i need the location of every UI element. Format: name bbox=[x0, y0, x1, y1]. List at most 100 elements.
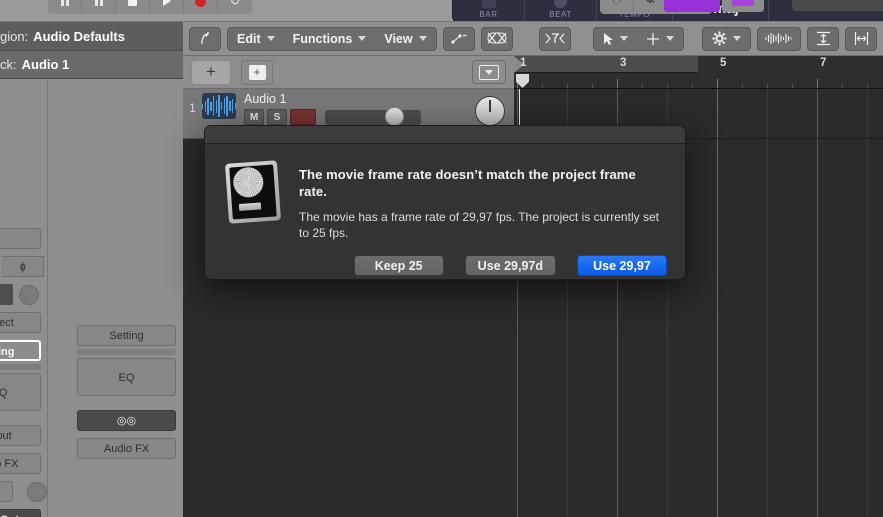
stop-button[interactable] bbox=[116, 0, 150, 14]
clipped-send-knob[interactable] bbox=[27, 481, 47, 502]
channel-strip-clipped: ⌐ ɸ Direct etting EQ Input udio FX bbox=[0, 80, 48, 517]
setting-mini-bar bbox=[76, 349, 177, 355]
track-name[interactable]: Audio 1 bbox=[244, 92, 475, 106]
solo-button[interactable]: S bbox=[267, 109, 287, 125]
volume-slider[interactable] bbox=[325, 106, 421, 126]
crossfade-icon[interactable] bbox=[480, 26, 513, 51]
clipped-setting-label: etting bbox=[0, 346, 15, 358]
cycle-button[interactable]: ↻ bbox=[218, 0, 252, 14]
ruler[interactable]: 1 3 5 7 bbox=[514, 56, 883, 89]
lcd-beat-cell[interactable]: BEAT bbox=[525, 0, 597, 21]
undo-arrow-icon[interactable] bbox=[189, 26, 221, 51]
clipped-input-button[interactable]: Input bbox=[0, 425, 42, 446]
add-track-icon[interactable]: + bbox=[191, 59, 231, 85]
clipped-output-button[interactable]: reo Out bbox=[0, 509, 42, 517]
app-window: ↻ BAR BEAT KEEP TEMPO Cmaj ◌ ⌁ bbox=[0, 0, 883, 517]
play-button[interactable] bbox=[150, 0, 184, 14]
clipped-eq-label: EQ bbox=[0, 387, 8, 399]
clipped-direct-button[interactable]: Direct bbox=[0, 312, 42, 333]
editor-toolbar: Edit Functions View bbox=[183, 22, 883, 56]
setting-button[interactable]: Setting bbox=[76, 325, 177, 346]
duplicate-track-icon[interactable]: + bbox=[241, 59, 273, 85]
dialog-text: The movie frame rate doesn’t match the p… bbox=[283, 162, 667, 241]
bar-number: 1 bbox=[520, 57, 527, 69]
record-enable-icon[interactable] bbox=[290, 109, 316, 125]
chevron-down-icon bbox=[358, 36, 367, 41]
track-toolbar: + + bbox=[183, 56, 514, 89]
keep-25-button[interactable]: Keep 25 bbox=[353, 255, 444, 276]
track-number: 1 bbox=[189, 101, 196, 115]
dialog-title: The movie frame rate doesn’t match the p… bbox=[299, 167, 636, 199]
menu-view[interactable]: View bbox=[375, 28, 435, 50]
track-inspector-label: ck: bbox=[0, 57, 17, 72]
volume-thumb[interactable] bbox=[385, 106, 404, 126]
track-info: Audio 1 M S bbox=[236, 89, 475, 126]
vertical-zoom-icon[interactable] bbox=[807, 26, 839, 51]
gear-icon[interactable] bbox=[703, 28, 750, 50]
chevron-down-icon bbox=[418, 36, 427, 41]
snap-to-icon[interactable] bbox=[538, 26, 571, 51]
flex-pitch-icon[interactable] bbox=[442, 26, 475, 51]
clipped-audiofx-button[interactable]: udio FX bbox=[0, 453, 42, 474]
clipped-gain-field[interactable] bbox=[0, 284, 14, 305]
bar-number: 5 bbox=[720, 57, 727, 69]
track-controls: M S bbox=[244, 106, 475, 126]
chevron-down-icon bbox=[266, 36, 275, 41]
clipped-direct-label: Direct bbox=[0, 317, 14, 329]
clipped-eq-button[interactable]: EQ bbox=[0, 373, 42, 411]
menu-view-label: View bbox=[384, 31, 413, 46]
automation-toggle-icon[interactable] bbox=[472, 60, 506, 84]
audio-fx-label: Audio FX bbox=[103, 443, 150, 455]
clipped-sends-button[interactable]: nds bbox=[0, 481, 14, 502]
pointer-tool-icon[interactable] bbox=[594, 28, 637, 50]
transport-bar: ↻ BAR BEAT KEEP TEMPO Cmaj ◌ ⌁ bbox=[0, 0, 883, 22]
stereo-link-icon[interactable]: ◎◎ bbox=[76, 410, 177, 431]
editor-menu-bar: Edit Functions View bbox=[227, 26, 437, 51]
loops-browser-button[interactable] bbox=[664, 0, 720, 12]
audio-fx-button[interactable]: Audio FX bbox=[76, 438, 177, 459]
use-2997d-button[interactable]: Use 29,97d bbox=[464, 255, 556, 276]
channel-strip-main: Setting EQ ◎◎ Audio FX Group Read bbox=[70, 80, 183, 517]
gear-menu-group bbox=[702, 26, 751, 51]
waveform-zoom-icon[interactable] bbox=[757, 26, 801, 51]
library-button[interactable] bbox=[722, 0, 764, 12]
go-to-beginning-button[interactable] bbox=[48, 0, 82, 14]
clipped-mini-bar bbox=[0, 364, 42, 370]
master-volume-slider[interactable] bbox=[792, 0, 883, 11]
ruler-cycle-region[interactable] bbox=[514, 56, 698, 73]
transport-button-group: ↻ bbox=[48, 0, 252, 14]
horizontal-zoom-icon[interactable] bbox=[845, 26, 877, 51]
dialog-titlebar[interactable] bbox=[205, 126, 685, 144]
lcd-beat-label: BEAT bbox=[549, 10, 572, 19]
clipped-eq-phase-row: ⌐ ɸ bbox=[0, 256, 47, 277]
marquee-tool-icon[interactable] bbox=[637, 28, 683, 50]
automation-toggle-glyph bbox=[479, 64, 499, 80]
dialog-body: The movie frame rate doesn’t match the p… bbox=[205, 144, 685, 241]
metronome-button[interactable]: ◌ bbox=[600, 0, 634, 14]
eq-button[interactable]: EQ bbox=[76, 358, 177, 396]
region-inspector-header[interactable]: gion: Audio Defaults bbox=[0, 22, 183, 51]
eq-label: EQ bbox=[118, 372, 135, 384]
audio-waveform-icon[interactable] bbox=[202, 93, 236, 119]
menu-functions-label: Functions bbox=[292, 31, 353, 46]
track-inspector-header[interactable]: ck: Audio 1 bbox=[0, 51, 183, 79]
clipped-setting-button[interactable]: etting bbox=[0, 340, 42, 361]
lcd-bar-cell[interactable]: BAR bbox=[453, 0, 525, 21]
clipped-knob[interactable] bbox=[19, 284, 40, 305]
menu-edit[interactable]: Edit bbox=[228, 28, 284, 50]
clipped-blank-button[interactable] bbox=[0, 228, 42, 249]
count-in-button[interactable]: ⌁ bbox=[634, 0, 668, 14]
go-to-end-button[interactable] bbox=[82, 0, 116, 14]
record-button[interactable] bbox=[184, 0, 218, 14]
menu-functions[interactable]: Functions bbox=[284, 28, 376, 50]
chevron-down-icon bbox=[619, 36, 628, 41]
chevron-down-icon bbox=[733, 36, 741, 41]
pan-knob[interactable] bbox=[475, 96, 505, 126]
use-2997-button[interactable]: Use 29,97 bbox=[577, 255, 667, 276]
menu-edit-label: Edit bbox=[237, 31, 261, 46]
mute-button[interactable]: M bbox=[244, 109, 264, 125]
phase-invert-icon[interactable]: ɸ bbox=[2, 256, 45, 277]
track-inspector-value: Audio 1 bbox=[21, 57, 70, 72]
tool-menu-group bbox=[592, 26, 684, 51]
frame-rate-dialog: The movie frame rate doesn’t match the p… bbox=[204, 125, 686, 280]
